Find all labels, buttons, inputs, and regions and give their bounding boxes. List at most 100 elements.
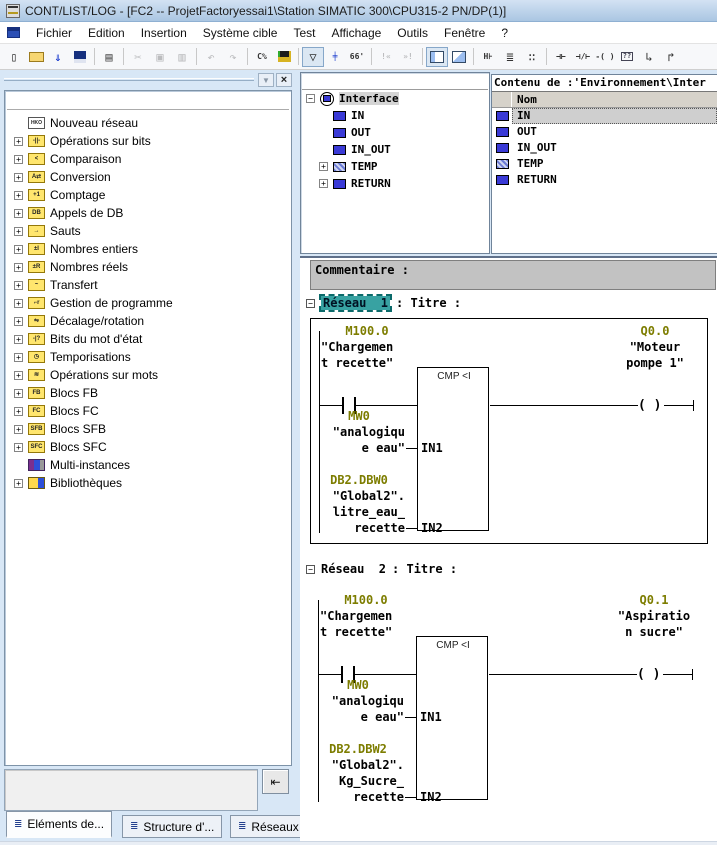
new-network-button[interactable]: H⊦: [477, 47, 499, 67]
menu-item[interactable]: Test: [285, 23, 323, 43]
menu-item[interactable]: Insertion: [133, 23, 195, 43]
panel-dropdown-button[interactable]: ▼: [258, 73, 274, 87]
program-structure-button[interactable]: ≣: [499, 47, 521, 67]
expand-icon[interactable]: +: [14, 317, 23, 326]
network-title[interactable]: Réseau 2: [321, 562, 386, 576]
collapse-icon[interactable]: −: [306, 299, 315, 308]
network-title-selected[interactable]: Réseau 1: [321, 296, 390, 310]
sidebar-tree-item[interactable]: + ±I Nombres entiers: [5, 240, 291, 258]
tab-elements[interactable]: ≣ Eléments de...: [6, 811, 112, 838]
sidebar-tree-item[interactable]: + ≋ Opérations sur mots: [5, 366, 291, 384]
sidebar-tree-item[interactable]: + HKO Nouveau réseau: [5, 114, 291, 132]
expand-icon[interactable]: +: [14, 155, 23, 164]
menu-item[interactable]: Outils: [389, 23, 436, 43]
table-row[interactable]: RETURN: [492, 172, 717, 188]
sidebar-tree-item[interactable]: + → Sauts: [5, 222, 291, 240]
copy-button[interactable]: ▣: [149, 47, 171, 67]
expand-icon[interactable]: +: [14, 173, 23, 182]
ladder-network-1[interactable]: M100.0 "Chargemen t recette" CMP <I MW0 …: [313, 321, 705, 539]
contact-nc-button[interactable]: ⊣/⊢: [572, 47, 594, 67]
contact-no-button[interactable]: ⊣⊢: [550, 47, 572, 67]
in1-address[interactable]: MW0: [313, 409, 405, 423]
child-window-icon[interactable]: [7, 27, 20, 38]
ladder-editor[interactable]: Commentaire : − Réseau 1 : Titre : M100.…: [300, 256, 717, 841]
sidebar-tree-item[interactable]: + ◷ Temporisations: [5, 348, 291, 366]
filter-button[interactable]: ▽: [302, 47, 324, 67]
download-button[interactable]: ⇓: [47, 47, 69, 67]
sidebar-tree-item[interactable]: + ~ Transfert: [5, 276, 291, 294]
sidebar-tree-item[interactable]: + SFC Blocs SFC: [5, 438, 291, 456]
prev-error-button[interactable]: !«: [375, 47, 397, 67]
expand-icon[interactable]: +: [14, 407, 23, 416]
expand-icon[interactable]: +: [14, 227, 23, 236]
menu-item[interactable]: Affichage: [323, 23, 389, 43]
in2-address[interactable]: DB2.DBW2: [312, 742, 404, 756]
coil-button[interactable]: -( ): [594, 47, 616, 67]
ladder-network-2[interactable]: M100.0 "Chargemen t recette" CMP <I MW0 …: [312, 590, 704, 808]
sidebar-tree-item[interactable]: + -||- Opérations sur bits: [5, 132, 291, 150]
expand-icon[interactable]: +: [14, 299, 23, 308]
coil-icon[interactable]: ( ): [637, 667, 660, 682]
blocks-chart-button[interactable]: [273, 47, 295, 67]
name-column-header[interactable]: Nom: [512, 92, 717, 107]
expand-icon[interactable]: +: [14, 281, 23, 290]
table-row[interactable]: OUT: [492, 124, 717, 140]
paste-button[interactable]: ▥: [171, 47, 193, 67]
open-button[interactable]: [25, 47, 47, 67]
sidebar-tree-item[interactable]: + ⌐r Gestion de programme: [5, 294, 291, 312]
overview-pane-button[interactable]: [426, 47, 448, 67]
expand-icon[interactable]: +: [14, 191, 23, 200]
sidebar-tree-item[interactable]: + -|? Bits du mot d'état: [5, 330, 291, 348]
sidebar-tree-item[interactable]: + Multi-instances: [5, 456, 291, 474]
collapse-icon[interactable]: −: [306, 94, 315, 103]
network-title-suffix[interactable]: : Titre :: [392, 562, 457, 576]
table-row[interactable]: TEMP: [492, 156, 717, 172]
menu-item[interactable]: Edition: [80, 23, 133, 43]
expand-icon[interactable]: +: [14, 389, 23, 398]
next-error-button[interactable]: »!: [397, 47, 419, 67]
interface-item[interactable]: + OUT: [301, 124, 489, 141]
redo-button[interactable]: ↷: [222, 47, 244, 67]
detail-view-button[interactable]: [448, 47, 470, 67]
contact-address[interactable]: M100.0: [318, 593, 414, 607]
interface-item[interactable]: + IN: [301, 107, 489, 124]
sidebar-tree-item[interactable]: + SFB Blocs SFB: [5, 420, 291, 438]
sidebar-tree-item[interactable]: + < Comparaison: [5, 150, 291, 168]
expand-icon[interactable]: +: [14, 353, 23, 362]
collapse-icon[interactable]: −: [306, 565, 315, 574]
plc-connection-button[interactable]: ╪: [324, 47, 346, 67]
expand-icon[interactable]: +: [14, 245, 23, 254]
toggle-description-button[interactable]: ⇤: [262, 769, 289, 794]
sidebar-tree-item[interactable]: + +1 Comptage: [5, 186, 291, 204]
interface-item[interactable]: + RETURN: [301, 175, 489, 192]
interface-item[interactable]: + IN_OUT: [301, 141, 489, 158]
expand-icon[interactable]: +: [14, 425, 23, 434]
coil-address[interactable]: Q0.0: [609, 324, 701, 338]
comment-bar[interactable]: Commentaire :: [310, 260, 716, 290]
symbol-grid-button[interactable]: ∷: [521, 47, 543, 67]
interface-item[interactable]: + TEMP: [301, 158, 489, 175]
monitor-glasses-button[interactable]: 66': [346, 47, 368, 67]
close-branch-button[interactable]: ↱: [660, 47, 682, 67]
cut-button[interactable]: ✂: [127, 47, 149, 67]
in2-address[interactable]: DB2.DBW0: [313, 473, 405, 487]
expand-icon[interactable]: +: [14, 479, 23, 488]
panel-grip-handle[interactable]: [4, 78, 254, 81]
menu-item[interactable]: ?: [493, 23, 516, 43]
menu-item[interactable]: Fichier: [28, 23, 80, 43]
coil-icon[interactable]: ( ): [638, 398, 661, 413]
expand-icon[interactable]: +: [319, 162, 328, 171]
panel-close-button[interactable]: ×: [276, 73, 292, 87]
table-row[interactable]: IN: [492, 108, 717, 124]
print-button[interactable]: ▤: [98, 47, 120, 67]
expand-icon[interactable]: +: [319, 179, 328, 188]
expand-icon[interactable]: +: [14, 263, 23, 272]
expand-icon[interactable]: +: [14, 137, 23, 146]
menu-item[interactable]: Système cible: [195, 23, 286, 43]
sidebar-tree-item[interactable]: + Bibliothèques: [5, 474, 291, 492]
save-button[interactable]: [69, 47, 91, 67]
expand-icon[interactable]: +: [14, 335, 23, 344]
sidebar-tree-item[interactable]: + FC Blocs FC: [5, 402, 291, 420]
table-row[interactable]: IN_OUT: [492, 140, 717, 156]
sidebar-tree-item[interactable]: + DB Appels de DB: [5, 204, 291, 222]
